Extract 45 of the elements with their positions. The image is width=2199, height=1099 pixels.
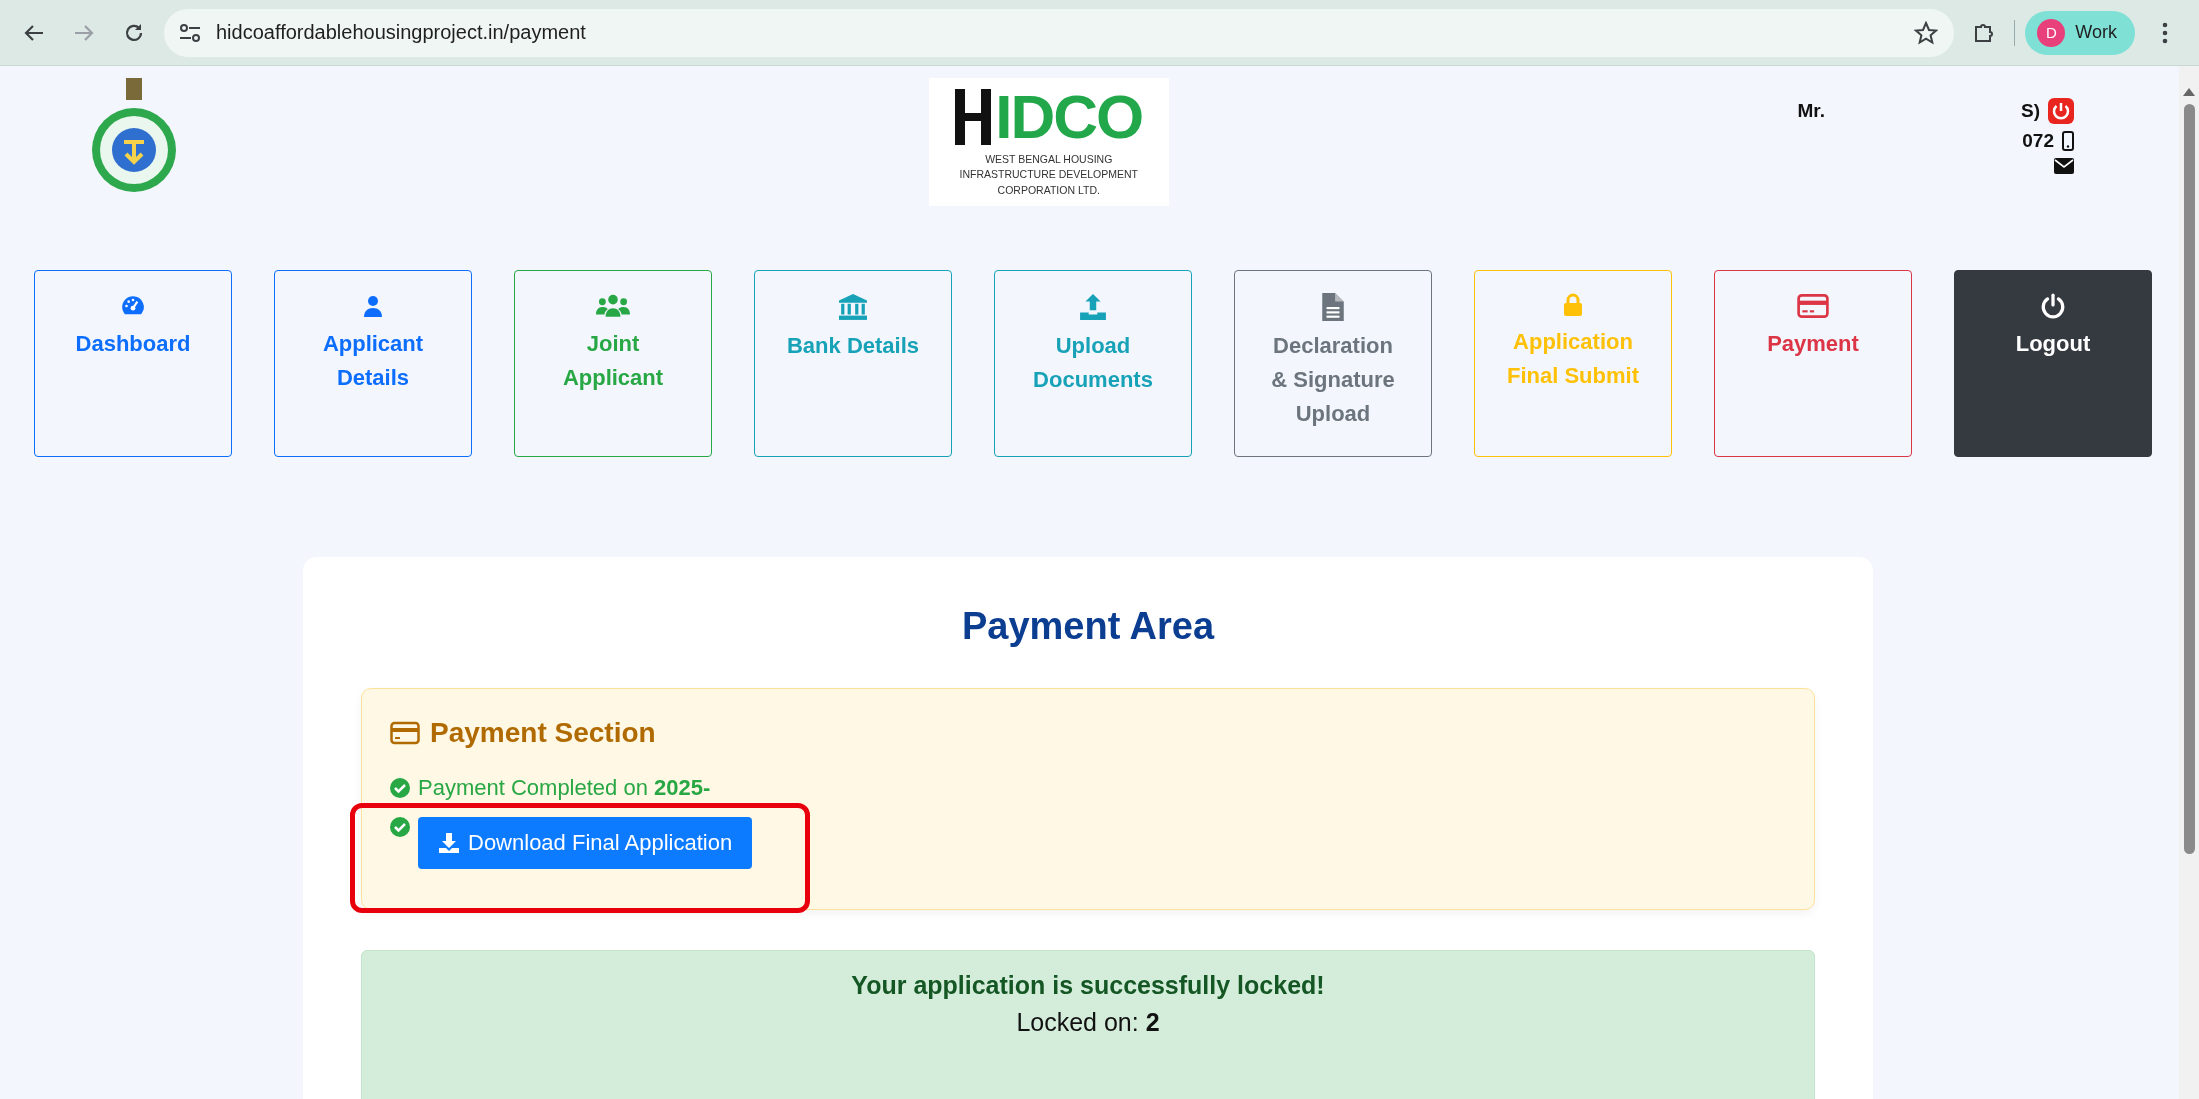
logo-caption: WEST BENGAL HOUSING [984,152,1114,168]
user-name: Mr. [1797,100,1825,122]
envelope-icon [2054,158,2074,174]
logo-caption: INFRASTRUCTURE DEVELOPMENT [959,167,1138,183]
scrollbar-thumb[interactable] [2183,104,2195,854]
bank-icon [837,293,869,321]
nav-tile[interactable]: Upload Documents [994,270,1192,457]
upload-icon [1079,293,1107,321]
power-icon [2040,293,2066,319]
lock-icon [1563,293,1583,317]
nav-tile[interactable]: Dashboard [34,270,232,457]
nav-tile[interactable]: Payment [1714,270,1912,457]
site-settings-icon[interactable] [178,22,202,43]
profile-button[interactable]: D Work [2025,10,2135,55]
lock-message: Your application is successfully locked! [850,971,1326,1000]
section-title: Payment Section [430,717,656,749]
url-text: hidcoaffordablehousingproject.in/payment [216,21,587,44]
phone-number: 072 [2022,130,2054,152]
credit-card-icon [390,721,420,745]
payment-status-text: Payment Completed on 2025- [418,775,711,801]
logo-caption: CORPORATION LTD. [996,182,1101,198]
check-circle-icon [390,817,410,837]
check-circle-icon [390,778,410,798]
user-icon [361,293,385,319]
nav-tile[interactable]: Applicant Details [274,270,472,457]
page-title: Payment Area [960,605,1216,648]
nav-tile[interactable]: Logout [1954,270,2152,457]
power-icon[interactable] [2048,98,2074,124]
hidco-logo: IDCO WEST BENGAL HOUSING INFRASTRUCTURE DEVELOPMENT CORPORATION LTD. [928,78,1169,206]
user-name-end: S) [2021,100,2040,122]
h-letter-mark [955,89,994,146]
document-icon [1322,293,1344,321]
bookmark-star-icon[interactable] [1914,20,1939,45]
scroll-up-icon[interactable] [2183,88,2195,96]
address-bar[interactable]: hidcoaffordablehousingproject.in/payment [164,8,1955,57]
mobile-phone-icon [2062,131,2074,151]
credit-card-icon [1797,293,1829,319]
nav-tile[interactable]: Joint Applicant [514,270,712,457]
locked-on-text: Locked on: 2 [1015,1008,1161,1037]
users-icon [596,293,630,319]
profile-avatar: D [2037,18,2066,47]
download-button[interactable]: Download Final Application [418,817,753,869]
download-icon [438,832,460,854]
nav-tile[interactable]: Bank Details [754,270,952,457]
nav-tile[interactable]: Declaration & Signature Upload [1234,270,1432,457]
